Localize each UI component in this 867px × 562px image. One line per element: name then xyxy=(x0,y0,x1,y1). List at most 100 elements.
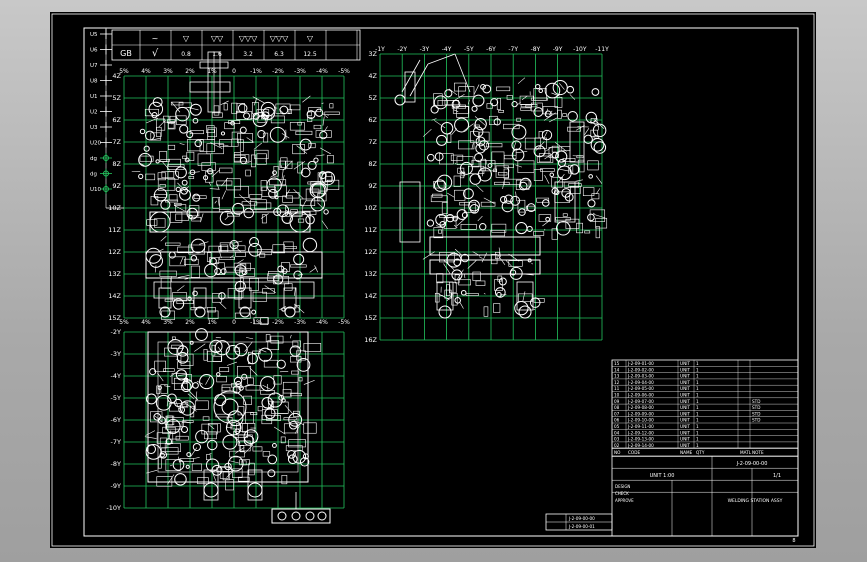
front-part-circle xyxy=(243,207,255,219)
front-part-line xyxy=(315,154,325,157)
grid-y-label: 11Z xyxy=(364,226,377,234)
grid-x-label: 3% xyxy=(163,68,173,75)
plan-part-rect xyxy=(166,417,184,427)
side-part-rect xyxy=(496,86,511,92)
front-foot-part-line xyxy=(294,287,296,296)
front-part-rect xyxy=(234,186,249,198)
side-base-part-line xyxy=(481,252,487,263)
header-symbol: ▽▽▽ xyxy=(270,34,289,43)
grid-x-label: -5Y xyxy=(464,46,474,53)
grid-y-label: 13Z xyxy=(108,270,121,278)
grid-x-label: -4% xyxy=(316,68,328,75)
parts-row-qty: 1 xyxy=(696,430,699,435)
side-part-circle xyxy=(469,204,480,214)
side-part-line xyxy=(575,179,583,182)
cad-viewport[interactable]: 5% 4% 3% 2% 1% 0 -1% -2% -3% -4% -5% 4Z 5Z 6Z 7Z 8Z 9Z 10… xyxy=(0,0,867,562)
parts-row-no: 10 xyxy=(614,393,620,398)
plan-turntable xyxy=(213,390,247,424)
plan-part-line xyxy=(262,384,271,390)
side-part-rect xyxy=(567,126,581,132)
grid-y-label: 9Z xyxy=(368,182,377,190)
parts-row-name: UNIT xyxy=(680,443,690,448)
drawing-sheet[interactable]: 5% 4% 3% 2% 1% 0 -1% -2% -3% -4% -5% 4Z 5Z 6Z 7Z 8Z 9Z 10… xyxy=(50,12,816,548)
front-part-circle xyxy=(175,106,190,122)
parts-row-name: UNIT xyxy=(680,399,690,404)
grid-x-label: -8Y xyxy=(531,46,541,53)
surface-symbol-table: GB~ ▽ ▽▽ ▽▽▽ ▽▽▽ ▽√ 0.8 1.6 3.2 6.3 12.5 xyxy=(111,29,361,61)
side-part-line xyxy=(473,84,480,95)
side-part-circle xyxy=(475,136,486,147)
plan-part-circle xyxy=(261,396,274,409)
plan-part-circle xyxy=(289,420,298,430)
grid-y-label: 8Z xyxy=(112,160,121,168)
front-leg-wheel xyxy=(239,306,251,318)
plan-part-rect xyxy=(291,370,299,375)
parts-row-note: STD xyxy=(752,411,760,416)
plan-tray-slot xyxy=(305,511,315,521)
plan-part-rect xyxy=(191,463,203,471)
plan-view-assembly xyxy=(144,328,331,524)
front-part-circle xyxy=(138,173,144,179)
parts-row-no: 14 xyxy=(614,367,620,372)
plan-part-rect xyxy=(163,368,175,372)
grid-x-label-bottom: -3% xyxy=(294,319,306,326)
front-base-part-line xyxy=(184,278,189,280)
side-part-circle xyxy=(587,199,596,208)
front-base-part-rect xyxy=(160,278,172,289)
front-base-part-line xyxy=(154,265,157,273)
title-sign-row: DESIGN xyxy=(615,484,630,489)
side-part-line xyxy=(447,192,455,198)
side-gun-body xyxy=(404,71,416,103)
title-scale: UNIT 1:00 xyxy=(650,473,675,479)
value-symbol: 12.5 xyxy=(303,51,317,58)
front-part-circle xyxy=(155,159,160,164)
grid-y-label: 7Z xyxy=(112,138,121,146)
side-base-part-rect xyxy=(491,254,498,265)
parts-row-no: 11 xyxy=(614,386,620,391)
front-part-line xyxy=(293,161,306,170)
grid-y-label: 16Z xyxy=(364,336,377,344)
plan-part-rect xyxy=(197,477,209,485)
side-part-rect xyxy=(504,154,517,160)
title-sign-row: APPROVE xyxy=(615,498,634,503)
grid-y-label: -6Y xyxy=(111,416,121,424)
side-label: U20 xyxy=(90,141,102,147)
side-arm-d xyxy=(454,53,471,93)
side-label: dg xyxy=(90,172,97,178)
parts-row-name: UNIT xyxy=(680,367,690,372)
grid-y-label: 6Z xyxy=(368,116,377,124)
side-part-rect xyxy=(533,231,545,236)
front-part-line xyxy=(214,200,217,204)
side-part-line xyxy=(595,175,603,184)
front-foot-part-circle xyxy=(251,309,257,315)
front-base-part-rect xyxy=(190,265,200,278)
parts-row-name: UNIT xyxy=(680,374,690,379)
front-foot-part-rect xyxy=(252,291,267,302)
front-base-part-rect xyxy=(235,252,246,257)
parts-list: 15 J-2-09-01-00 UNIT 1 14 J-2-09-02-00 UNIT 1 13… xyxy=(611,359,799,457)
side-gun-tip xyxy=(394,94,406,106)
side-base-part-rect xyxy=(493,303,501,313)
parts-row-name: UNIT xyxy=(680,424,690,429)
side-part-rect xyxy=(560,146,571,152)
value-symbol: 6.3 xyxy=(274,51,284,58)
side-part-line xyxy=(515,151,528,154)
parts-row-code: J-2-09-06-00 xyxy=(627,393,654,398)
side-part-rect xyxy=(458,86,475,97)
parts-row-name: UNIT xyxy=(680,361,690,366)
parts-row-no: 08 xyxy=(614,405,620,410)
side-part-rect xyxy=(491,223,507,233)
side-part-circle xyxy=(435,213,447,226)
plan-part-rect xyxy=(157,457,162,469)
front-part-line xyxy=(280,165,283,168)
parts-row-code: J-2-09-11-00 xyxy=(627,424,654,429)
parts-header-cell: QTY xyxy=(696,450,705,455)
front-base-part-rect xyxy=(290,264,307,268)
parts-row-code: J-2-09-10-00 xyxy=(627,418,654,423)
front-view-assembly xyxy=(131,51,340,326)
side-label: U8 xyxy=(90,79,98,85)
front-part-circle xyxy=(274,195,279,200)
grid-y-label: -9Y xyxy=(111,482,121,490)
front-part-rect xyxy=(289,122,305,131)
side-cabinet xyxy=(399,181,421,243)
